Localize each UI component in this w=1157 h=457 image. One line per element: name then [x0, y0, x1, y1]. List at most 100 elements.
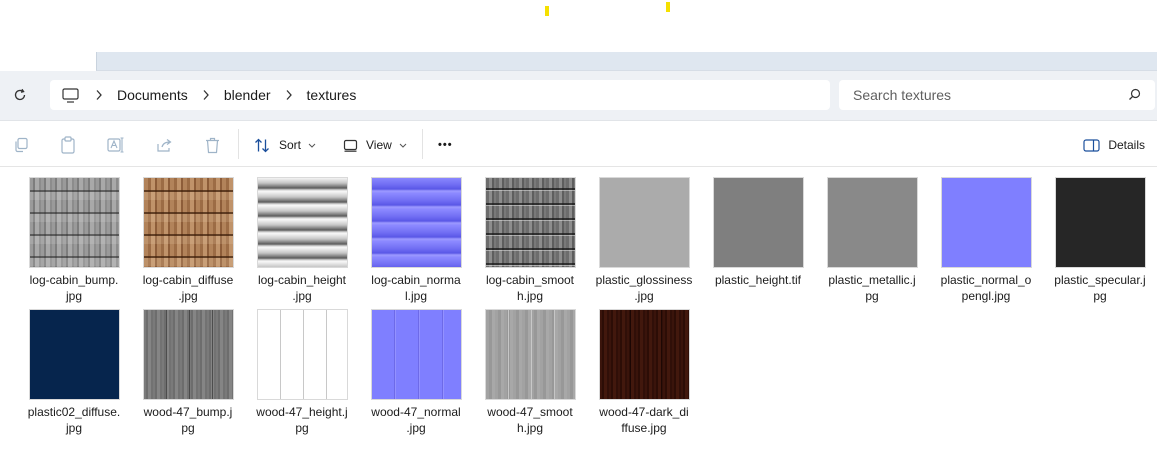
file-name-line: log-cabin_smoot [485, 273, 575, 287]
file-name-label: wood-47_smoot h.jpg [480, 404, 580, 436]
file-name-line: log-cabin_bump. [29, 273, 119, 287]
this-pc-icon[interactable] [62, 87, 79, 103]
file-name-line: wood-47_smoot [487, 405, 573, 419]
file-item[interactable]: log-cabin_diffuse .jpg [131, 167, 245, 304]
file-thumbnail[interactable] [256, 177, 348, 268]
file-item[interactable]: log-cabin_height .jpg [245, 167, 359, 304]
file-item[interactable]: log-cabin_bump. jpg [17, 167, 131, 304]
more-options-button[interactable]: ••• [438, 135, 453, 155]
file-name-label: plastic_normal_o pengl.jpg [936, 272, 1036, 304]
view-label: View [366, 138, 392, 152]
details-pane-icon [1083, 138, 1100, 152]
file-thumbnail[interactable] [598, 309, 690, 400]
file-thumbnail[interactable] [484, 309, 576, 400]
breadcrumb-textures[interactable]: textures [307, 87, 357, 103]
file-name-line: .jpg [406, 421, 426, 435]
file-item[interactable]: plastic02_diffuse. jpg [17, 299, 131, 436]
file-item[interactable]: plastic_height.tif [701, 167, 815, 288]
chevron-right-icon[interactable] [285, 89, 293, 101]
file-thumbnail[interactable] [484, 177, 576, 268]
refresh-icon [14, 88, 26, 101]
chevron-right-icon[interactable] [202, 89, 210, 101]
toolbar-divider [422, 129, 423, 159]
file-thumbnail[interactable] [28, 309, 120, 400]
file-name-line: log-cabin_height [257, 273, 347, 287]
file-thumbnail[interactable] [1054, 177, 1146, 268]
sort-button[interactable]: Sort [254, 135, 316, 155]
file-thumbnail[interactable] [370, 309, 462, 400]
file-name-line: wood-47-dark_di [599, 405, 689, 419]
file-name-line: pengl.jpg [961, 289, 1011, 303]
copy-icon[interactable] [12, 136, 30, 154]
search-input[interactable] [853, 87, 1123, 103]
tab-strip-edge [96, 52, 1157, 71]
file-name-line: log-cabin_diffuse [142, 273, 234, 287]
toolbar-divider [238, 129, 239, 159]
breadcrumb-documents[interactable]: Documents [117, 87, 188, 103]
address-row: Documents blender textures [0, 71, 1157, 120]
sort-icon [255, 138, 269, 152]
paste-icon[interactable] [59, 136, 77, 154]
chevron-down-icon [399, 143, 407, 148]
file-thumbnail[interactable] [28, 177, 120, 268]
search-box[interactable] [839, 80, 1155, 110]
view-button[interactable]: View [343, 135, 407, 155]
file-name-line: pg [295, 421, 309, 435]
file-thumbnail[interactable] [712, 177, 804, 268]
sort-label: Sort [279, 138, 302, 152]
file-name-line: wood-47_height.j [256, 405, 348, 419]
file-name-line: h.jpg [516, 421, 544, 435]
file-thumbnail[interactable] [142, 309, 234, 400]
details-label: Details [1108, 138, 1145, 152]
file-thumbnail[interactable] [142, 177, 234, 268]
file-thumbnail[interactable] [256, 309, 348, 400]
search-icon[interactable] [1128, 88, 1141, 104]
more-icon: ••• [438, 139, 453, 151]
delete-icon[interactable] [203, 136, 221, 154]
file-name-label: plastic_height.tif [708, 272, 808, 288]
file-item[interactable]: plastic_normal_o pengl.jpg [929, 167, 1043, 304]
command-bar: Sort View ••• Details [0, 120, 1157, 167]
refresh-button[interactable] [8, 83, 32, 107]
file-item[interactable]: plastic_metallic.j pg [815, 167, 929, 304]
file-item[interactable]: wood-47_normal .jpg [359, 299, 473, 436]
file-thumbnail[interactable] [370, 177, 462, 268]
share-icon[interactable] [155, 136, 173, 154]
file-item[interactable]: log-cabin_norma l.jpg [359, 167, 473, 304]
file-name-line: plastic02_diffuse. [27, 405, 121, 419]
file-name-line: plastic_height.tif [714, 273, 802, 287]
file-name-label: wood-47-dark_di ffuse.jpg [594, 404, 694, 436]
rename-icon[interactable] [107, 136, 125, 154]
file-item[interactable]: wood-47_height.jpg [245, 299, 359, 436]
view-icon [343, 139, 358, 152]
file-item[interactable]: wood-47_smoot h.jpg [473, 299, 587, 436]
file-name-line: plastic_normal_o [940, 273, 1032, 287]
chevron-down-icon [308, 143, 316, 148]
file-name-label: wood-47_normal .jpg [366, 404, 466, 436]
file-name-line: ffuse.jpg [621, 421, 667, 435]
file-grid: log-cabin_bump. jpg log-cabin_diffuse .jpg l… [0, 167, 1157, 457]
address-bar[interactable]: Documents blender textures [50, 80, 830, 110]
file-name-label: plastic02_diffuse. jpg [24, 404, 124, 436]
chevron-right-icon[interactable] [95, 89, 103, 101]
file-thumbnail[interactable] [598, 177, 690, 268]
highlight-mark-2 [666, 2, 670, 12]
file-item[interactable]: wood-47_bump.jpg [131, 299, 245, 436]
file-name-line: wood-47_normal [371, 405, 461, 419]
file-thumbnail[interactable] [826, 177, 918, 268]
file-name-line: pg [181, 421, 195, 435]
file-name-line: log-cabin_norma [371, 273, 461, 287]
file-name-line: plastic_glossiness [595, 273, 693, 287]
file-name-label: wood-47_height.jpg [252, 404, 352, 436]
file-name-line: wood-47_bump.j [143, 405, 233, 419]
file-item[interactable]: plastic_glossiness .jpg [587, 167, 701, 304]
file-name-line: pg [865, 289, 879, 303]
file-name-label: wood-47_bump.jpg [138, 404, 238, 436]
file-item[interactable]: log-cabin_smoot h.jpg [473, 167, 587, 304]
file-item[interactable]: wood-47-dark_di ffuse.jpg [587, 299, 701, 436]
breadcrumb-blender[interactable]: blender [224, 87, 271, 103]
file-item[interactable]: plastic_specular.j pg [1043, 167, 1157, 304]
file-name-label: plastic_specular.j pg [1050, 272, 1150, 304]
file-thumbnail[interactable] [940, 177, 1032, 268]
details-button[interactable]: Details [1083, 135, 1145, 155]
